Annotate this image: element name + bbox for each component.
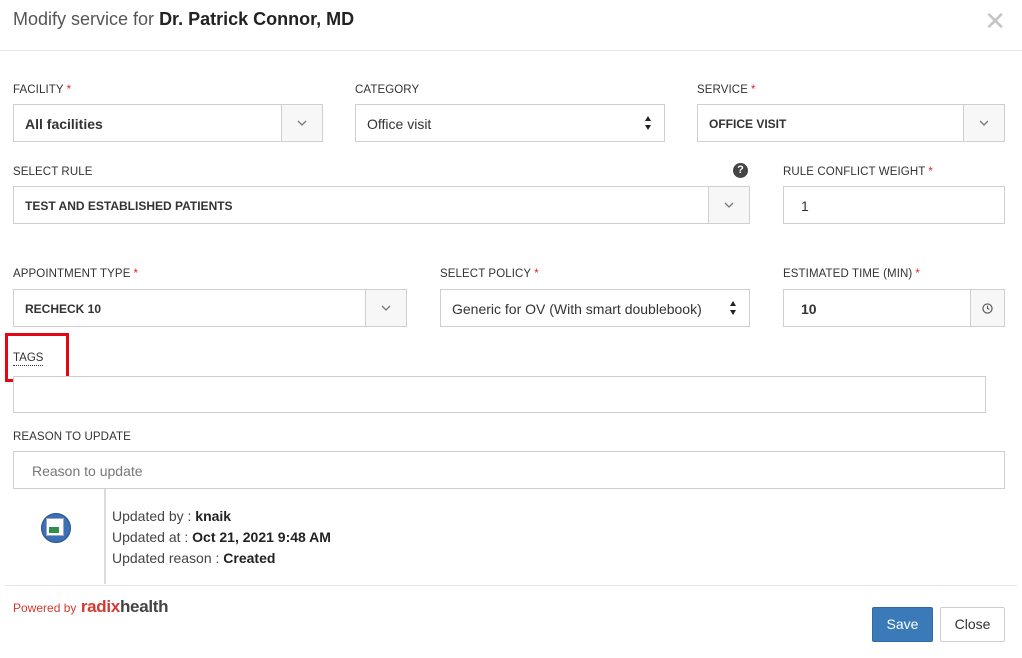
- appointment-type-select[interactable]: RECHECK 10: [13, 289, 407, 327]
- estimated-time-label-text: ESTIMATED TIME (MIN): [783, 268, 913, 280]
- service-label: SERVICE *: [697, 84, 756, 96]
- service-value: OFFICE VISIT: [709, 117, 787, 131]
- select-policy-label: SELECT POLICY *: [440, 268, 539, 280]
- rule-conflict-weight-input[interactable]: 1: [783, 186, 1005, 224]
- avatar: [41, 513, 71, 543]
- chevron-down-icon[interactable]: [281, 105, 322, 141]
- tags-input[interactable]: [13, 376, 986, 413]
- estimated-time-value: 10: [801, 301, 817, 317]
- close-button[interactable]: Close: [940, 607, 1005, 642]
- required-marker: *: [534, 268, 539, 280]
- service-label-text: SERVICE: [697, 84, 748, 96]
- modal-header: Modify service for Dr. Patrick Connor, M…: [0, 0, 1022, 51]
- chevron-down-icon[interactable]: [963, 105, 1004, 141]
- required-marker: *: [133, 268, 139, 280]
- save-button[interactable]: Save: [872, 607, 933, 642]
- category-select[interactable]: Office visit: [355, 104, 665, 142]
- estimated-time-input[interactable]: 10: [783, 289, 1005, 327]
- brand-radix: radix: [80, 597, 120, 616]
- rule-conflict-weight-label-text: RULE CONFLICT WEIGHT: [783, 166, 926, 178]
- category-value: Office visit: [367, 116, 432, 132]
- updated-at-label: Updated at :: [112, 529, 189, 545]
- estimated-time-label: ESTIMATED TIME (MIN) *: [783, 268, 920, 280]
- required-marker: *: [928, 166, 933, 178]
- facility-label: FACILITY *: [13, 84, 71, 96]
- title-prefix: Modify service for: [13, 9, 155, 29]
- select-policy-select[interactable]: Generic for OV (With smart doublebook): [440, 289, 750, 327]
- select-rule-label: SELECT RULE: [13, 166, 93, 178]
- updated-reason-line: Updated reason : Created: [112, 550, 275, 566]
- select-rule-select[interactable]: TEST AND ESTABLISHED PATIENTS: [13, 186, 750, 224]
- chevron-down-icon[interactable]: [708, 187, 749, 223]
- required-marker: *: [750, 84, 756, 96]
- reason-to-update-input[interactable]: Reason to update: [13, 451, 1005, 489]
- rule-conflict-weight-value: 1: [801, 198, 809, 214]
- updated-at-value: Oct 21, 2021 9:48 AM: [192, 529, 331, 545]
- select-policy-value: Generic for OV (With smart doublebook): [452, 301, 702, 317]
- brand-health: health: [119, 597, 169, 616]
- appointment-type-label: APPOINTMENT TYPE *: [13, 268, 138, 280]
- appointment-type-label-text: APPOINTMENT TYPE: [13, 268, 131, 280]
- updated-reason-label: Updated reason :: [112, 550, 220, 566]
- required-marker: *: [66, 84, 72, 96]
- select-rule-value: TEST AND ESTABLISHED PATIENTS: [25, 199, 233, 213]
- updated-by-value: knaik: [195, 508, 232, 524]
- updated-reason-value: Created: [223, 550, 276, 566]
- appointment-type-value: RECHECK 10: [25, 302, 102, 316]
- chevron-down-icon[interactable]: [365, 290, 406, 326]
- broken-image-icon: [46, 518, 64, 536]
- question-circle-icon[interactable]: ?: [733, 163, 748, 178]
- updated-by-line: Updated by : knaik: [112, 508, 231, 524]
- footer-divider: [5, 585, 1017, 586]
- powered-by-logo: Powered by radixhealth: [13, 597, 169, 617]
- audit-divider: [104, 489, 106, 584]
- service-select[interactable]: OFFICE VISIT: [697, 104, 1005, 142]
- facility-select[interactable]: All facilities: [13, 104, 323, 142]
- updated-at-line: Updated at : Oct 21, 2021 9:48 AM: [112, 529, 331, 545]
- close-icon[interactable]: ✕: [984, 8, 1006, 34]
- facility-value: All facilities: [25, 116, 103, 132]
- reason-to-update-placeholder: Reason to update: [32, 463, 143, 479]
- modify-service-modal: Modify service for Dr. Patrick Connor, M…: [0, 0, 1022, 658]
- category-label: CATEGORY: [355, 84, 420, 96]
- clock-icon[interactable]: [970, 290, 1004, 326]
- provider-name: Dr. Patrick Connor, MD: [159, 9, 355, 29]
- powered-by-text: Powered by: [13, 601, 77, 615]
- sort-arrows-icon: [645, 116, 651, 130]
- sort-arrows-icon: [730, 301, 736, 315]
- select-policy-label-text: SELECT POLICY: [440, 268, 532, 280]
- facility-label-text: FACILITY: [13, 84, 64, 96]
- required-marker: *: [915, 268, 920, 280]
- highlight-box: [5, 333, 69, 382]
- reason-to-update-label: REASON TO UPDATE: [13, 431, 131, 443]
- updated-by-label: Updated by :: [112, 508, 192, 524]
- rule-conflict-weight-label: RULE CONFLICT WEIGHT *: [783, 166, 933, 178]
- modal-title: Modify service for Dr. Patrick Connor, M…: [13, 9, 354, 30]
